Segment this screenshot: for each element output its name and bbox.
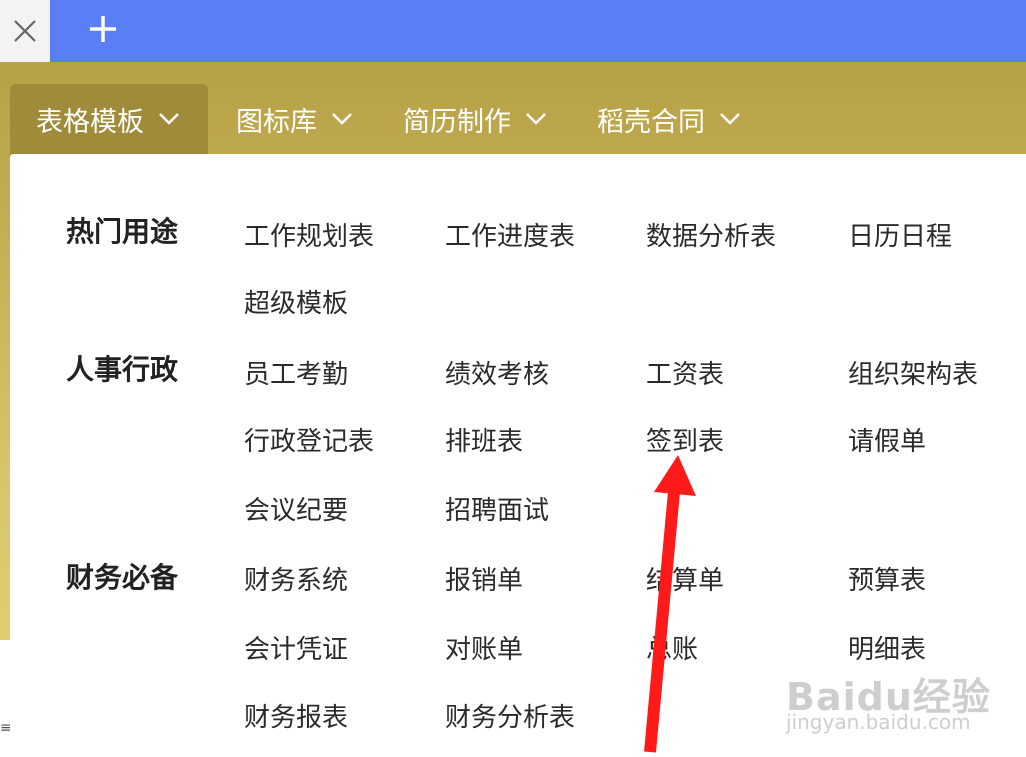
chevron-down-icon bbox=[525, 112, 547, 126]
menu-link[interactable]: 报销单 bbox=[445, 560, 523, 597]
menu-link[interactable]: 招聘面试 bbox=[445, 490, 549, 527]
nav-item-label: 图标库 bbox=[236, 106, 317, 138]
chevron-down-icon bbox=[158, 112, 180, 126]
nav-item-table-templates[interactable]: 表格模板 bbox=[10, 84, 208, 154]
menu-link[interactable]: 财务分析表 bbox=[445, 697, 575, 734]
nav-item-label: 简历制作 bbox=[403, 106, 511, 138]
menu-link[interactable]: 行政登记表 bbox=[244, 421, 374, 458]
top-nav: 表格模板 图标库 简历制作 稻壳合同 bbox=[0, 84, 767, 154]
menu-link[interactable]: 日历日程 bbox=[848, 216, 952, 253]
group-title-finance: 财务必备 bbox=[66, 561, 179, 594]
group-title-hr-admin: 人事行政 bbox=[66, 353, 179, 386]
menu-link[interactable]: 结算单 bbox=[646, 560, 724, 597]
nav-item-label: 稻壳合同 bbox=[597, 106, 705, 138]
menu-link[interactable]: 财务系统 bbox=[244, 560, 348, 597]
menu-link[interactable]: 数据分析表 bbox=[646, 216, 776, 253]
close-icon bbox=[14, 20, 36, 42]
nav-item-contracts[interactable]: 稻壳合同 bbox=[573, 84, 767, 154]
nav-item-label: 表格模板 bbox=[36, 106, 144, 138]
plus-icon bbox=[90, 16, 116, 42]
browser-tab-strip bbox=[0, 0, 1026, 62]
nav-item-resume[interactable]: 简历制作 bbox=[379, 84, 573, 154]
new-tab-button[interactable] bbox=[80, 6, 126, 52]
chevron-down-icon bbox=[331, 112, 353, 126]
chevron-down-icon bbox=[719, 112, 741, 126]
menu-link[interactable]: 财务报表 bbox=[244, 697, 348, 734]
menu-link[interactable]: 对账单 bbox=[445, 629, 523, 666]
group-title-popular: 热门用途 bbox=[66, 215, 179, 248]
menu-link[interactable]: 超级模板 bbox=[244, 283, 348, 320]
menu-link[interactable]: 请假单 bbox=[848, 421, 926, 458]
menu-link[interactable]: 组织架构表 bbox=[848, 354, 978, 391]
menu-link[interactable]: 工作规划表 bbox=[244, 216, 374, 253]
menu-link[interactable]: 明细表 bbox=[848, 629, 926, 666]
menu-link-sign-in-sheet[interactable]: 签到表 bbox=[646, 421, 724, 458]
menu-link[interactable]: 绩效考核 bbox=[445, 354, 549, 391]
menu-link[interactable]: 总账 bbox=[646, 629, 698, 666]
menu-link[interactable]: 员工考勤 bbox=[244, 354, 348, 391]
menu-link[interactable]: 工资表 bbox=[646, 354, 724, 391]
menu-link[interactable]: 排班表 bbox=[445, 421, 523, 458]
watermark-url: jingyan.baidu.com bbox=[786, 710, 971, 734]
menu-link[interactable]: 会计凭证 bbox=[244, 629, 348, 666]
menu-link[interactable]: 工作进度表 bbox=[445, 216, 575, 253]
close-tab-button[interactable] bbox=[0, 0, 50, 62]
menu-link[interactable]: 会议纪要 bbox=[244, 490, 348, 527]
nav-item-icon-library[interactable]: 图标库 bbox=[208, 84, 379, 154]
menu-link[interactable]: 预算表 bbox=[848, 560, 926, 597]
